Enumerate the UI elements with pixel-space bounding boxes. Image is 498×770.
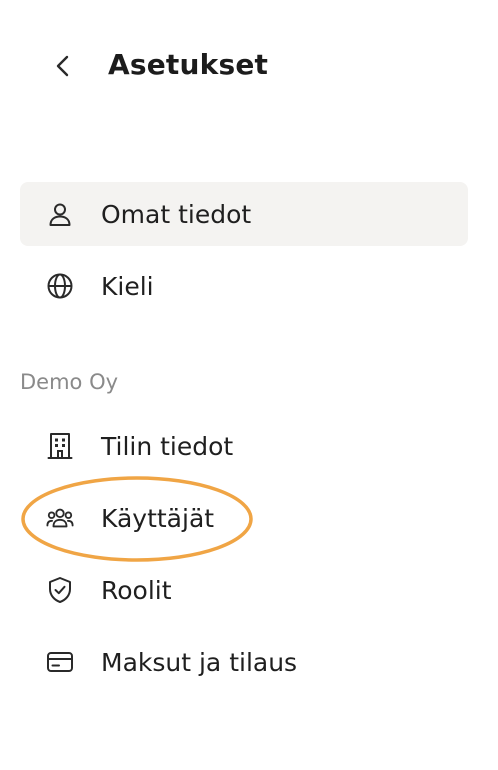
nav-item-maksut-ja-tilaus[interactable]: Maksut ja tilaus [20, 630, 468, 694]
building-icon [46, 432, 74, 460]
nav-item-kayttajat[interactable]: Käyttäjät [20, 486, 468, 550]
nav-item-roolit[interactable]: Roolit [20, 558, 468, 622]
nav-item-label: Maksut ja tilaus [101, 647, 298, 677]
chevron-left-icon [52, 54, 76, 78]
section-label-organization: Demo Oy [20, 370, 119, 394]
nav-item-kieli[interactable]: Kieli [20, 254, 468, 318]
nav-item-label: Kieli [101, 271, 154, 301]
user-icon [46, 200, 74, 228]
credit-card-icon [46, 648, 74, 676]
nav-item-label: Omat tiedot [101, 199, 252, 229]
shield-check-icon [46, 576, 74, 604]
back-button[interactable] [44, 46, 84, 86]
users-icon [46, 504, 74, 532]
globe-icon [46, 272, 74, 300]
page-title: Asetukset [108, 48, 269, 81]
header: Asetukset [0, 0, 498, 134]
nav-item-label: Käyttäjät [101, 503, 215, 533]
nav-item-omat-tiedot[interactable]: Omat tiedot [20, 182, 468, 246]
nav-item-label: Tilin tiedot [101, 431, 234, 461]
nav-item-label: Roolit [101, 575, 172, 605]
nav-item-tilin-tiedot[interactable]: Tilin tiedot [20, 414, 468, 478]
